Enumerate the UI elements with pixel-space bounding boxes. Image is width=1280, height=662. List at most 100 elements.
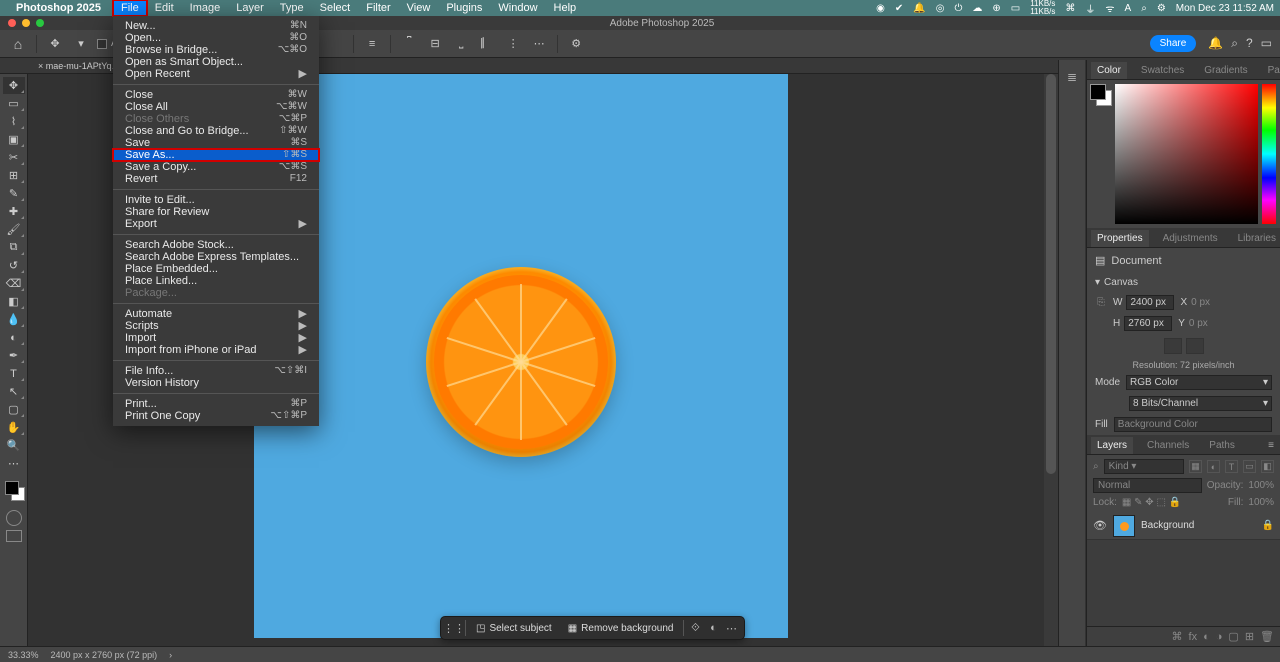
tab-patterns[interactable]: Patterns bbox=[1262, 62, 1280, 79]
move-tool-icon[interactable]: ✥ bbox=[45, 34, 65, 54]
menu-item-new[interactable]: New...⌘N bbox=[113, 20, 319, 32]
pen-tool[interactable]: ✒ bbox=[3, 347, 25, 364]
menu-select[interactable]: Select bbox=[312, 0, 359, 16]
tab-paths[interactable]: Paths bbox=[1203, 437, 1241, 454]
zoom-level[interactable]: 33.33% bbox=[8, 650, 39, 660]
status-icon[interactable]: ◉ bbox=[876, 3, 885, 14]
tab-libraries[interactable]: Libraries bbox=[1232, 230, 1280, 247]
blur-tool[interactable]: 💧 bbox=[3, 311, 25, 328]
lock-icon[interactable]: 🔒 bbox=[1262, 520, 1274, 531]
zoom-icon[interactable] bbox=[36, 19, 44, 27]
align-bottom-icon[interactable]: ⎵ bbox=[451, 34, 471, 54]
tab-color[interactable]: Color bbox=[1091, 62, 1127, 79]
menu-item-search-adobe-stock[interactable]: Search Adobe Stock... bbox=[113, 239, 319, 251]
color-swatches[interactable] bbox=[3, 479, 25, 501]
vertical-scrollbar[interactable] bbox=[1044, 74, 1058, 646]
filter-pixel-icon[interactable]: ▦ bbox=[1189, 460, 1202, 473]
tab-swatches[interactable]: Swatches bbox=[1135, 62, 1190, 79]
help-icon[interactable]: ? bbox=[1246, 36, 1253, 51]
status-icon[interactable]: ✔ bbox=[895, 3, 903, 14]
align-icon[interactable]: ≡ bbox=[362, 34, 382, 54]
lock-icons[interactable]: ▦ ✎ ✥ ⬚ 🔒 bbox=[1122, 497, 1181, 508]
hand-tool[interactable]: ✋ bbox=[3, 419, 25, 436]
status-icon[interactable]: ⊕ bbox=[992, 3, 1000, 14]
menu-item-import-from-iphone-or-ipad[interactable]: Import from iPhone or iPad▶ bbox=[113, 344, 319, 356]
color-picker[interactable] bbox=[1115, 84, 1258, 224]
status-icon[interactable]: ☁ bbox=[972, 3, 982, 14]
dodge-tool[interactable]: ◐ bbox=[3, 329, 25, 346]
menu-item-share-for-review[interactable]: Share for Review bbox=[113, 206, 319, 218]
menu-item-close-all[interactable]: Close All⌥⌘W bbox=[113, 101, 319, 113]
wifi-icon[interactable]: ⏚ bbox=[1085, 1, 1095, 16]
filter-type-icon[interactable]: T bbox=[1225, 460, 1238, 473]
orientation-portrait[interactable] bbox=[1164, 338, 1182, 354]
share-button[interactable]: Share bbox=[1150, 35, 1197, 52]
menu-plugins[interactable]: Plugins bbox=[438, 0, 490, 16]
menu-item-search-adobe-express-templates[interactable]: Search Adobe Express Templates... bbox=[113, 251, 319, 263]
align-left-icon[interactable]: |⎸ bbox=[477, 34, 497, 54]
menu-image[interactable]: Image bbox=[182, 0, 229, 16]
traffic-lights[interactable] bbox=[0, 19, 44, 27]
menu-type[interactable]: Type bbox=[272, 0, 312, 16]
more-icon[interactable]: ⋯ bbox=[724, 621, 738, 635]
move-tool[interactable]: ✥ bbox=[3, 77, 25, 94]
gradient-tool[interactable]: ◧ bbox=[3, 293, 25, 310]
menu-item-open-recent[interactable]: Open Recent▶ bbox=[113, 68, 319, 80]
layer-name[interactable]: Background bbox=[1141, 520, 1256, 531]
menu-item-revert[interactable]: RevertF12 bbox=[113, 173, 319, 185]
search-icon[interactable]: ⌕ bbox=[1231, 36, 1238, 51]
layer-fill-value[interactable]: 100% bbox=[1248, 497, 1274, 508]
document-canvas[interactable] bbox=[254, 74, 788, 638]
dock-icon[interactable]: ≣ bbox=[1063, 68, 1081, 86]
align-top-icon[interactable]: ⎴ bbox=[399, 34, 419, 54]
menu-help[interactable]: Help bbox=[546, 0, 585, 16]
align-vcenter-icon[interactable]: ⊟ bbox=[425, 34, 445, 54]
checkbox-icon[interactable] bbox=[97, 39, 107, 49]
transform-icon[interactable]: ⟐ bbox=[688, 621, 702, 635]
blend-mode-select[interactable]: Normal bbox=[1093, 478, 1202, 493]
filter-shape-icon[interactable]: ▭ bbox=[1243, 460, 1256, 473]
status-icon[interactable]: ◎ bbox=[936, 3, 945, 14]
status-icon[interactable]: ⏻ bbox=[954, 3, 962, 14]
brush-tool[interactable]: 🖌 bbox=[3, 221, 25, 238]
select-subject-button[interactable]: ◳Select subject bbox=[470, 621, 558, 636]
menu-item-close-and-go-to-bridge[interactable]: Close and Go to Bridge...⇧⌘W bbox=[113, 125, 319, 137]
drag-handle-icon[interactable]: ⋮⋮ bbox=[447, 621, 461, 635]
link-icon[interactable]: ⎘ bbox=[1095, 297, 1107, 308]
trash-icon[interactable]: 🗑 bbox=[1260, 630, 1274, 643]
mode-select[interactable]: RGB Color▾ bbox=[1126, 375, 1272, 390]
opacity-value[interactable]: 100% bbox=[1248, 480, 1274, 491]
menu-item-export[interactable]: Export▶ bbox=[113, 218, 319, 230]
new-layer-icon[interactable]: ⊞ bbox=[1245, 630, 1254, 643]
shape-tool[interactable]: ▢ bbox=[3, 401, 25, 418]
remove-background-button[interactable]: ▦Remove background bbox=[562, 621, 680, 636]
minimize-icon[interactable] bbox=[22, 19, 30, 27]
close-icon[interactable] bbox=[8, 19, 16, 27]
app-name[interactable]: Photoshop 2025 bbox=[16, 2, 101, 14]
hue-slider[interactable] bbox=[1262, 84, 1276, 224]
quickmask-icon[interactable] bbox=[6, 510, 22, 526]
layer-thumbnail[interactable] bbox=[1113, 515, 1135, 537]
object-select-tool[interactable]: ▣ bbox=[3, 131, 25, 148]
clock[interactable]: Mon Dec 23 11:52 AM bbox=[1176, 3, 1274, 14]
more-icon[interactable]: ⋯ bbox=[529, 34, 549, 54]
path-select-tool[interactable]: ↖ bbox=[3, 383, 25, 400]
link-layers-icon[interactable]: ⌘ bbox=[1172, 630, 1183, 643]
menu-item-save[interactable]: Save⌘S bbox=[113, 137, 319, 149]
menu-item-scripts[interactable]: Scripts▶ bbox=[113, 320, 319, 332]
status-icon[interactable]: 🔔 bbox=[913, 3, 925, 14]
control-center-icon[interactable]: ⚙ bbox=[1157, 3, 1166, 14]
tab-channels[interactable]: Channels bbox=[1141, 437, 1195, 454]
menu-item-file-info[interactable]: File Info...⌥⇧⌘I bbox=[113, 365, 319, 377]
edit-toolbar[interactable]: ⋯ bbox=[3, 455, 25, 472]
menu-item-place-embedded[interactable]: Place Embedded... bbox=[113, 263, 319, 275]
marquee-tool[interactable]: ▭ bbox=[3, 95, 25, 112]
visibility-icon[interactable]: 👁 bbox=[1093, 519, 1107, 532]
menu-item-save-as[interactable]: Save As...⇧⌘S bbox=[113, 149, 319, 161]
foreground-color[interactable] bbox=[5, 481, 19, 495]
chevron-right-icon[interactable]: › bbox=[169, 650, 172, 660]
color-fgbg[interactable] bbox=[1087, 80, 1113, 228]
group-icon[interactable]: ▢ bbox=[1228, 630, 1238, 643]
doc-info[interactable]: 2400 px x 2760 px (72 ppi) bbox=[51, 650, 158, 660]
menu-edit[interactable]: Edit bbox=[147, 0, 182, 16]
